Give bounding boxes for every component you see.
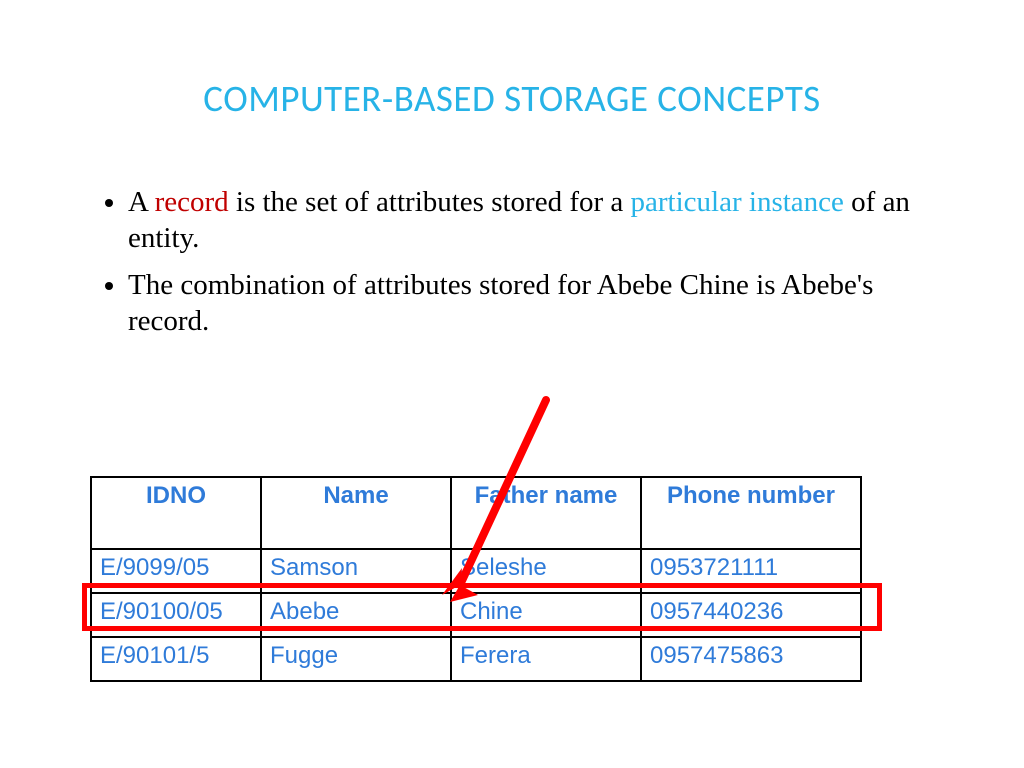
- table-row: E/90100/05 Abebe Chine 0957440236: [91, 593, 861, 637]
- cell: Chine: [451, 593, 641, 637]
- data-table: IDNO Name Father name Phone number E/909…: [90, 476, 862, 682]
- cell: E/9099/05: [91, 549, 261, 593]
- page-title: COMPUTER-BASED STORAGE CONCEPTS: [0, 76, 1024, 121]
- th-name: Name: [261, 477, 451, 549]
- th-father: Father name: [451, 477, 641, 549]
- th-phone: Phone number: [641, 477, 861, 549]
- cell: 0953721111: [641, 549, 861, 593]
- cell: 0957475863: [641, 637, 861, 681]
- cell: Seleshe: [451, 549, 641, 593]
- table-row: E/90101/5 Fugge Ferera 0957475863: [91, 637, 861, 681]
- table-wrap: IDNO Name Father name Phone number E/909…: [90, 476, 862, 682]
- bullet-list: A record is the set of attributes stored…: [100, 184, 930, 349]
- text-particular-instance: particular instance: [631, 186, 844, 218]
- cell: 0957440236: [641, 593, 861, 637]
- text-record: record: [155, 186, 229, 218]
- cell: Fugge: [261, 637, 451, 681]
- cell: Samson: [261, 549, 451, 593]
- slide: COMPUTER-BASED STORAGE CONCEPTS A record…: [0, 0, 1024, 768]
- table-row: E/9099/05 Samson Seleshe 0953721111: [91, 549, 861, 593]
- bullet-2: The combination of attributes stored for…: [128, 267, 930, 340]
- cell: Ferera: [451, 637, 641, 681]
- text: A: [128, 186, 155, 218]
- cell: E/90100/05: [91, 593, 261, 637]
- bullet-1: A record is the set of attributes stored…: [128, 184, 930, 257]
- cell: Abebe: [261, 593, 451, 637]
- cell: E/90101/5: [91, 637, 261, 681]
- table-header-row: IDNO Name Father name Phone number: [91, 477, 861, 549]
- th-idno: IDNO: [91, 477, 261, 549]
- text: is the set of attributes stored for a: [229, 186, 631, 218]
